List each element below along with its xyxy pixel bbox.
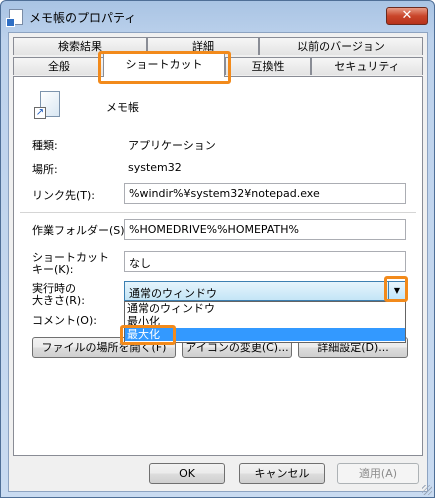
apply-button[interactable]: 適用(A): [337, 463, 419, 484]
dialog-body: 検索結果 詳細 以前のバージョン 全般 ショートカット 互換性 セキュリティ ↗…: [8, 32, 428, 492]
separator: [20, 212, 416, 213]
run-size-selected-value: 通常のウィンドウ: [129, 287, 217, 300]
resize-grip-icon[interactable]: [422, 485, 432, 495]
ok-button[interactable]: OK: [149, 463, 225, 484]
tab-shortcut[interactable]: ショートカット: [103, 53, 225, 77]
location-value: system32: [128, 161, 182, 174]
tab-security[interactable]: セキュリティ: [311, 57, 423, 75]
type-value: アプリケーション: [128, 139, 216, 152]
cancel-button[interactable]: キャンセル: [239, 463, 325, 484]
shortcut-key-input[interactable]: なし: [124, 251, 406, 272]
notepad-shortcut-icon: [6, 9, 23, 27]
run-size-dropdown-list: 通常のウィンドウ 最小化 最大化: [124, 301, 406, 343]
run-option-maximized[interactable]: 最大化: [125, 328, 405, 341]
startin-input[interactable]: %HOMEDRIVE%%HOMEPATH%: [124, 219, 406, 240]
file-name: メモ帳: [106, 101, 139, 114]
tab-general[interactable]: 全般: [13, 57, 105, 75]
type-label: 種類:: [32, 139, 58, 152]
window-title: メモ帳のプロパティ: [29, 11, 137, 25]
chevron-down-icon[interactable]: ▼: [388, 282, 405, 300]
comment-label: コメント(O):: [32, 314, 97, 327]
properties-window: メモ帳のプロパティ ✕ 検索結果 詳細 以前のバージョン 全般 ショートカット …: [0, 0, 435, 498]
shortcut-panel: ↗ メモ帳 種類: アプリケーション 場所: system32 リンク先(T):…: [13, 76, 423, 456]
title-bar[interactable]: メモ帳のプロパティ ✕: [1, 1, 434, 31]
startin-label: 作業フォルダー(S):: [32, 224, 129, 237]
run-size-select[interactable]: 通常のウィンドウ: [124, 281, 406, 301]
run-option-normal[interactable]: 通常のウィンドウ: [125, 302, 405, 315]
tab-previous-versions[interactable]: 以前のバージョン: [259, 37, 423, 55]
shortcut-key-label-line2: キー(K):: [32, 263, 74, 276]
tab-compatibility[interactable]: 互換性: [225, 57, 311, 75]
run-option-minimized[interactable]: 最小化: [125, 315, 405, 328]
location-label: 場所:: [32, 163, 58, 176]
target-input[interactable]: %windir%¥system32¥notepad.exe: [124, 183, 406, 204]
close-button[interactable]: ✕: [386, 7, 428, 25]
notepad-file-icon: ↗: [34, 91, 62, 121]
run-label-line2: 大きさ(R):: [32, 294, 85, 307]
target-label: リンク先(T):: [32, 189, 96, 202]
